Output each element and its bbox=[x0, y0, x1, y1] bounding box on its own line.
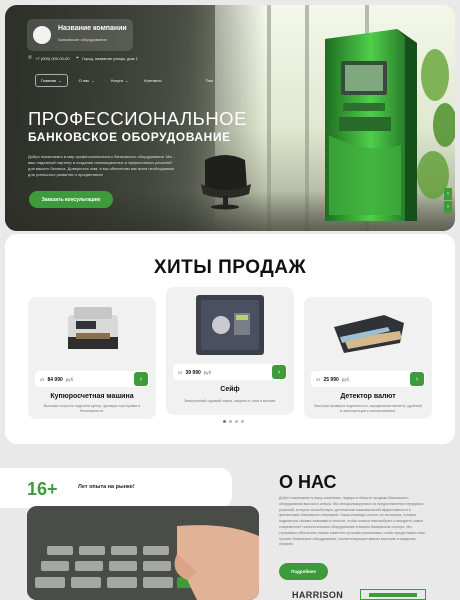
phone-icon: ✆ bbox=[28, 55, 33, 61]
about-title: О НАС bbox=[279, 472, 337, 492]
nav-item-services[interactable]: Услуги ⌄ bbox=[106, 75, 134, 86]
bestsellers-section: ХИТЫ ПРОДАЖ от 84 990 руб › Купюросчетна… bbox=[5, 234, 455, 444]
product-price: от 84 990 руб bbox=[40, 377, 73, 383]
address-text: Город, название улицы, дом 1 bbox=[81, 55, 138, 61]
nav-item-contacts[interactable]: Контакты bbox=[139, 75, 166, 86]
slider-next-arrow[interactable]: › bbox=[444, 201, 452, 213]
slider-prev-arrow[interactable]: ‹ bbox=[444, 188, 452, 200]
price-currency: руб bbox=[65, 377, 74, 382]
hero-text: Добро пожаловать в мир профессионального… bbox=[28, 154, 175, 177]
carousel-dot[interactable] bbox=[235, 420, 238, 423]
page: Название компании Банковское оборудовани… bbox=[0, 0, 460, 600]
phone-contact[interactable]: ✆ +7 (000) 000-00-00 bbox=[28, 55, 70, 61]
nav-item-home[interactable]: Главная ⌄ bbox=[35, 74, 68, 87]
product-card[interactable]: от 25 990 руб › Детектор валют Быстрая п… bbox=[304, 297, 432, 419]
price-value: 39 990 bbox=[185, 370, 201, 376]
product-arrow-button[interactable]: › bbox=[410, 372, 424, 386]
address-contact: ⌖ Город, название улицы, дом 1 bbox=[76, 55, 138, 61]
product-price: от 25 990 руб bbox=[316, 377, 349, 383]
nav-label: Контакты bbox=[144, 78, 162, 83]
price-prefix: от bbox=[316, 377, 321, 382]
product-name: Детектор валют bbox=[340, 393, 396, 400]
chevron-down-icon: ⌄ bbox=[58, 78, 62, 83]
carousel-dot[interactable] bbox=[223, 420, 226, 423]
price-currency: руб bbox=[341, 377, 350, 382]
product-arrow-button[interactable]: › bbox=[272, 365, 286, 379]
product-description: Быстрая проверка подлинности, определени… bbox=[314, 404, 422, 413]
more-button[interactable]: Подробнее bbox=[279, 563, 328, 580]
nav-label: Главная bbox=[41, 78, 57, 83]
chevron-down-icon: ⌄ bbox=[124, 78, 129, 83]
product-card[interactable]: от 39 990 руб › Сейф Электронный кодовый… bbox=[166, 287, 294, 415]
partner-logo-bar bbox=[369, 593, 417, 597]
nav-item-about[interactable]: О нас ⌄ bbox=[74, 75, 100, 86]
product-description: Высокая скорость подсчета купюр, функция… bbox=[43, 404, 141, 413]
price-value: 84 990 bbox=[47, 377, 63, 383]
hero-banner: Название компании Банковское оборудовани… bbox=[5, 5, 455, 231]
about-text: Добро пожаловать в нашу компанию, лидера… bbox=[279, 496, 425, 547]
logo-block[interactable]: Название компании Банковское оборудовани… bbox=[27, 19, 133, 51]
price-currency: руб bbox=[203, 370, 212, 375]
carousel-dots bbox=[223, 420, 244, 423]
product-card[interactable]: от 84 990 руб › Купюросчетная машина Выс… bbox=[28, 297, 156, 419]
price-prefix: от bbox=[178, 370, 183, 375]
partner-logo-harrison: HARRISON bbox=[292, 590, 344, 600]
price-prefix: от bbox=[40, 377, 45, 382]
product-name: Купюросчетная машина bbox=[50, 393, 134, 400]
product-description: Электронный кодовый замок, защита от огн… bbox=[183, 399, 277, 403]
product-name: Сейф bbox=[220, 386, 240, 393]
phone-number: +7 (000) 000-00-00 bbox=[35, 55, 70, 61]
chevron-down-icon: ⌄ bbox=[91, 78, 95, 83]
money-counter-image bbox=[68, 307, 118, 349]
nav-item-tool[interactable]: Tool bbox=[201, 75, 218, 86]
safe-image bbox=[196, 295, 264, 355]
armchair-image bbox=[201, 155, 251, 210]
logo-icon bbox=[33, 26, 51, 44]
consultation-button[interactable]: Заказать консультацию bbox=[29, 191, 113, 208]
price-value: 25 990 bbox=[323, 377, 339, 383]
hero-title-line1: ПРОФЕССИОНАЛЬНОЕ bbox=[28, 108, 247, 129]
section-title: ХИТЫ ПРОДАЖ bbox=[153, 257, 307, 278]
carousel-dot[interactable] bbox=[229, 420, 232, 423]
carousel-dot[interactable] bbox=[241, 420, 244, 423]
company-subtitle: Банковское оборудование bbox=[58, 37, 107, 42]
experience-number: 16+ bbox=[27, 479, 58, 499]
nav-label: Tool bbox=[205, 78, 213, 83]
keypad-illustration bbox=[27, 506, 259, 600]
nav-label: Услуги bbox=[110, 78, 123, 83]
keypad-image bbox=[27, 506, 259, 600]
partner-logo bbox=[360, 589, 426, 600]
currency-detector-image bbox=[334, 315, 404, 353]
product-arrow-button[interactable]: › bbox=[134, 372, 148, 386]
experience-label: Лет опыта на рынке! bbox=[78, 484, 135, 490]
map-pin-icon: ⌖ bbox=[76, 55, 79, 61]
product-price: от 39 990 руб bbox=[178, 370, 211, 376]
hero-slider-arrows: ‹ › bbox=[444, 188, 452, 213]
main-nav: Главная ⌄ О нас ⌄ Услуги ⌄ Контакты Tool bbox=[35, 74, 218, 87]
company-name: Название компании bbox=[58, 25, 127, 32]
hero-title-line2: БАНКОВСКОЕ ОБОРУДОВАНИЕ bbox=[28, 130, 231, 144]
nav-label: О нас bbox=[78, 78, 90, 83]
